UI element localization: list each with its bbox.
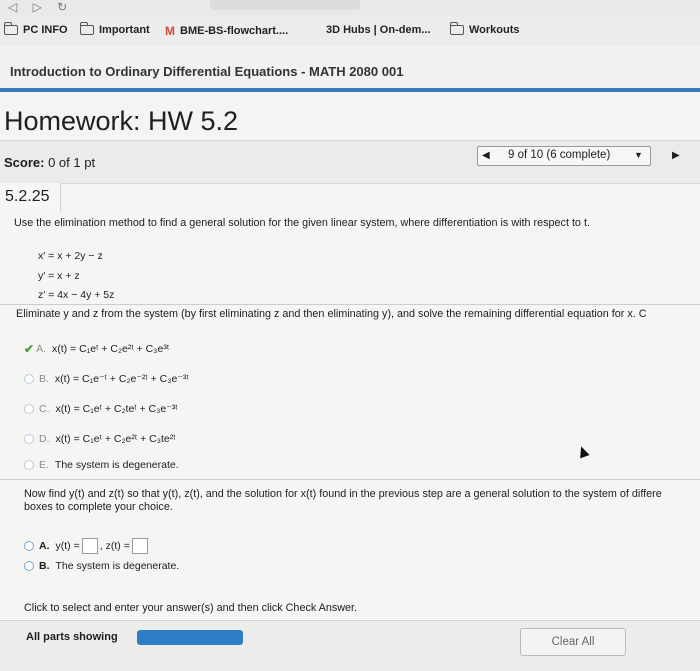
bookmark-bme-flowchart[interactable]: M BME-BS-flowchart.... [165, 24, 288, 38]
option-b-text: x(t) = C₁e⁻ᵗ + C₂e⁻²ᵗ + C₃e⁻³ᵗ [54, 373, 189, 385]
course-header: Introduction to Ordinary Differential Eq… [0, 46, 700, 90]
radio-button[interactable] [24, 374, 34, 384]
radio-button[interactable] [24, 460, 34, 470]
eliminate-instruction: Eliminate y and z from the system (by fi… [16, 308, 647, 320]
folder-icon [450, 22, 464, 35]
divider [0, 479, 700, 480]
option-d[interactable]: D. x(t) = C₁eᵗ + C₂e²ᵗ + C₃te²ᵗ [24, 433, 176, 445]
bookmark-pc-info[interactable]: PC INFO [4, 22, 68, 36]
option-c[interactable]: C. x(t) = C₁eᵗ + C₂teᵗ + C₃e⁻³ᵗ [24, 403, 178, 415]
homework-title: Homework: HW 5.2 [4, 106, 239, 136]
equation-1: x′ = x + 2y − z [38, 250, 103, 262]
check-icon: ✔ [24, 342, 35, 356]
equation-2: y′ = x + z [38, 270, 80, 282]
part2-option-a[interactable]: A. y(t) = , z(t) = [24, 538, 150, 554]
previous-question-icon[interactable]: ◀ [482, 150, 490, 161]
course-title: Introduction to Ordinary Differential Eq… [10, 64, 404, 79]
divider [0, 304, 700, 305]
part2-option-b[interactable]: B. The system is degenerate. [24, 560, 179, 572]
pager-text: 9 of 10 (6 complete) [508, 149, 611, 161]
bookmark-workouts[interactable]: Workouts [450, 22, 520, 36]
option-e[interactable]: E. The system is degenerate. [24, 459, 179, 471]
header-divider [0, 88, 700, 92]
m-logo-icon: M [165, 24, 175, 38]
folder-icon [80, 22, 94, 35]
radio-button[interactable] [24, 434, 34, 444]
browser-toolbar: ◁ ▷ ↻ [0, 0, 700, 16]
progress-bar [137, 630, 243, 645]
question-number-box: 5.2.25 [0, 183, 61, 212]
url-bar[interactable] [210, 0, 360, 10]
z-answer-input[interactable] [131, 538, 148, 554]
now-find-instruction: Now find y(t) and z(t) so that y(t), z(t… [24, 488, 662, 513]
y-answer-input[interactable] [81, 538, 98, 554]
question-prompt: Use the elimination method to find a gen… [14, 217, 590, 229]
question-number: 5.2.25 [5, 188, 50, 205]
clear-all-button[interactable]: Clear All [520, 628, 626, 656]
radio-button[interactable] [24, 404, 34, 414]
bookmarks-bar: PC INFO Important M BME-BS-flowchart.... … [0, 16, 700, 47]
bookmark-3d-hubs[interactable]: 3D Hubs | On-dem... [326, 24, 431, 36]
equation-3: z′ = 4x − 4y + 5z [38, 289, 115, 301]
folder-icon [4, 22, 18, 35]
option-b[interactable]: B. x(t) = C₁e⁻ᵗ + C₂e⁻²ᵗ + C₃e⁻³ᵗ [24, 373, 189, 385]
next-question-icon[interactable]: ▶ [672, 150, 680, 161]
option-d-text: x(t) = C₁eᵗ + C₂e²ᵗ + C₃te²ᵗ [55, 433, 176, 445]
progress-fill [137, 630, 243, 645]
chevron-down-icon: ▼ [634, 150, 643, 160]
browser-nav-icons[interactable]: ◁ ▷ ↻ [8, 0, 73, 14]
option-e-text: The system is degenerate. [54, 459, 179, 471]
option-a[interactable]: ✔ A. x(t) = C₁eᵗ + C₂e²ᵗ + C₃e³ᵗ [24, 342, 169, 356]
option-c-text: x(t) = C₁eᵗ + C₂teᵗ + C₃e⁻³ᵗ [55, 403, 178, 415]
radio-button[interactable] [24, 541, 34, 551]
parts-showing-label: All parts showing [26, 631, 118, 643]
click-instruction: Click to select and enter your answer(s)… [24, 602, 358, 614]
question-pager[interactable]: ◀ 9 of 10 (6 complete) ▼ [477, 146, 651, 166]
radio-button[interactable] [24, 561, 34, 571]
option-a-text: x(t) = C₁eᵗ + C₂e²ᵗ + C₃e³ᵗ [51, 343, 170, 355]
score: Score: 0 of 1 pt [4, 155, 96, 170]
bookmark-important[interactable]: Important [80, 22, 150, 36]
